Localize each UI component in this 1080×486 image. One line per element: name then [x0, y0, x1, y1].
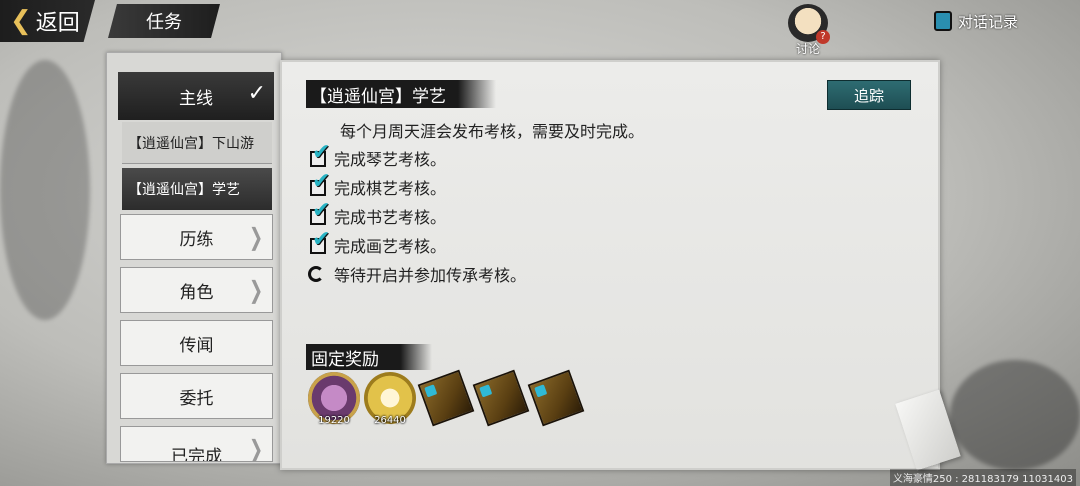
checkbox-checked-icon: ✔ — [310, 198, 331, 225]
purple-coin-icon[interactable]: 19220 — [308, 372, 360, 426]
discuss-button[interactable]: ? 讨论 — [783, 4, 833, 56]
objective-item: ✔ 完成棋艺考核。 — [306, 169, 447, 199]
question-icon: ? — [816, 30, 830, 44]
objective-text: 完成画艺考核。 — [334, 237, 447, 256]
quest-list-item-label: 【逍遥仙宫】学艺 — [128, 182, 240, 198]
quest-list-item-selected[interactable]: 【逍遥仙宫】学艺 — [122, 168, 272, 210]
quest-description: 每个月周天涯会发布考核，需要及时完成。 — [340, 122, 645, 141]
dialog-history-button[interactable]: 对话记录 — [934, 8, 1018, 34]
gold-coin-icon[interactable]: 26440 — [364, 372, 416, 426]
objective-item: ✔ 完成琴艺考核。 — [306, 140, 447, 170]
category-main[interactable]: 主线 ✓ — [118, 72, 274, 120]
objective-text: 完成棋艺考核。 — [334, 179, 447, 198]
objective-text: 完成琴艺考核。 — [334, 150, 447, 169]
reward-count: 19220 — [318, 415, 350, 426]
category-main-label: 主线 — [179, 88, 213, 109]
dialog-history-label: 对话记录 — [958, 12, 1019, 31]
objective-item: ✔ 完成画艺考核。 — [306, 227, 447, 257]
avatar: ? — [788, 4, 830, 44]
objective-item: 等待开启并参加传承考核。 — [306, 262, 526, 286]
book-icon — [934, 11, 952, 31]
check-icon: ✓ — [247, 81, 266, 106]
objective-text: 等待开启并参加传承考核。 — [334, 266, 527, 285]
pending-spinner-icon — [308, 266, 324, 282]
chevron-right-icon: ❯ — [248, 223, 263, 251]
reward-title: 固定奖励 — [306, 344, 432, 370]
footer-info: 义海豪情250 : 281183179 11031403 — [889, 469, 1076, 486]
category-label: 传闻 — [179, 335, 214, 356]
category-label: 历练 — [179, 229, 214, 250]
track-button[interactable]: 追踪 — [827, 80, 911, 110]
page-title: 任务 — [108, 4, 220, 38]
category-completed[interactable]: 已完成 ❯ — [120, 426, 273, 462]
chevron-right-icon: ❯ — [248, 435, 263, 462]
quest-list-item[interactable]: 【逍遥仙宫】下山游 — [122, 122, 272, 164]
category-label: 角色 — [179, 282, 214, 303]
category-training[interactable]: 历练 ❯ — [120, 214, 273, 260]
category-rumor[interactable]: 传闻 — [120, 320, 273, 366]
checkbox-checked-icon: ✔ — [310, 169, 331, 196]
quest-title: 【逍遥仙宫】学艺 — [306, 80, 496, 108]
category-label: 委托 — [179, 388, 214, 409]
chevron-left-icon: ❮ — [10, 6, 32, 36]
chevron-right-icon: ❯ — [248, 276, 263, 304]
checkbox-checked-icon: ✔ — [310, 227, 331, 254]
ink-decoration — [950, 360, 1080, 470]
quest-list-item-label: 【逍遥仙宫】下山游 — [128, 135, 254, 152]
ink-decoration — [0, 60, 90, 320]
category-character[interactable]: 角色 ❯ — [120, 267, 273, 313]
back-button[interactable]: ❮ 返回 — [0, 0, 95, 42]
back-label: 返回 — [35, 11, 80, 36]
category-commission[interactable]: 委托 — [120, 373, 273, 419]
objective-text: 完成书艺考核。 — [334, 208, 447, 227]
reward-count: 26440 — [374, 415, 406, 426]
checkbox-checked-icon: ✔ — [310, 140, 331, 167]
category-label: 已完成 — [171, 447, 222, 462]
objective-item: ✔ 完成书艺考核。 — [306, 198, 447, 228]
